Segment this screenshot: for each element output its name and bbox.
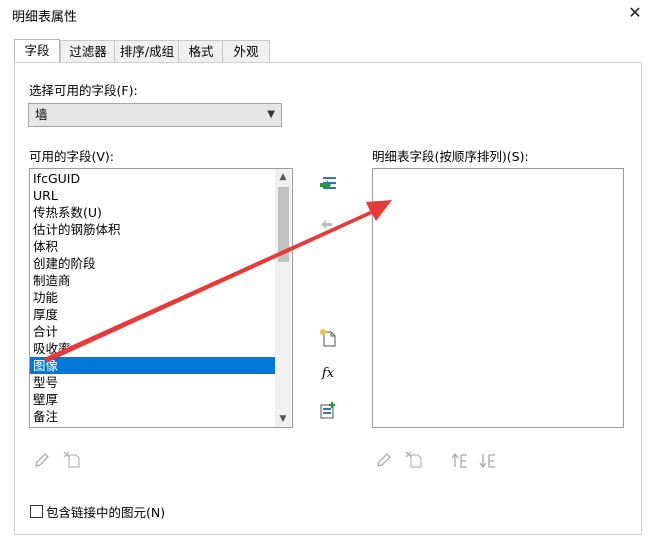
move-down-button[interactable] (478, 450, 498, 470)
edit-parameter-button[interactable] (32, 450, 52, 470)
remove-parameter-button[interactable] (318, 214, 338, 234)
list-item[interactable]: 壁厚 (30, 391, 278, 408)
list-item[interactable]: 创建的阶段 (30, 255, 278, 272)
add-parameter-button[interactable] (318, 174, 338, 194)
delete-scheduled-button[interactable] (404, 450, 424, 470)
move-up-icon (451, 452, 467, 468)
list-item[interactable]: IfcGUID (30, 170, 278, 187)
scheduled-fields-list[interactable] (372, 168, 624, 428)
scheduled-fields-label: 明细表字段(按顺序排列)(S): (372, 149, 529, 164)
close-button[interactable]: ✕ (624, 3, 646, 25)
edit-icon (377, 453, 391, 467)
scroll-up-icon[interactable]: ▲ (275, 169, 291, 185)
list-item[interactable]: URL (30, 187, 278, 204)
add-parameter-icon (320, 177, 336, 190)
list-item[interactable]: 估计的钢筋体积 (30, 221, 278, 238)
available-fields-list[interactable]: IfcGUID URL 传热系数(U) 估计的钢筋体积 体积 创建的阶段 制造商… (29, 168, 293, 428)
remove-parameter-icon (321, 220, 332, 229)
list-item[interactable]: 体积 (30, 238, 278, 255)
tab-filter[interactable]: 过滤器 (60, 40, 116, 62)
list-item[interactable]: 厚度 (30, 306, 278, 323)
move-up-button[interactable] (450, 450, 470, 470)
tab-sorting-grouping[interactable]: 排序/成组 (114, 40, 180, 62)
list-item[interactable]: 合计 (30, 323, 278, 340)
edit-scheduled-button[interactable] (374, 450, 394, 470)
include-linked-checkbox[interactable] (30, 505, 43, 518)
delete-icon (405, 451, 422, 468)
tab-fields[interactable]: 字段 (14, 39, 60, 63)
list-item[interactable]: 型号 (30, 374, 278, 391)
list-item[interactable]: 吸收率 (30, 340, 278, 357)
close-icon: ✕ (628, 3, 642, 22)
move-down-icon (479, 454, 495, 469)
category-select[interactable]: 墙 ▼ (28, 103, 282, 127)
list-item[interactable]: 备注 (30, 408, 278, 425)
chevron-down-icon: ▼ (267, 109, 275, 120)
list-item[interactable]: 功能 (30, 289, 278, 306)
new-parameter-icon (320, 329, 336, 347)
category-value: 墙 (35, 107, 48, 122)
delete-parameter-button[interactable] (62, 450, 82, 470)
scroll-down-icon[interactable]: ▼ (275, 411, 291, 427)
available-fields-label: 可用的字段(V): (29, 149, 115, 164)
category-label: 选择可用的字段(F): (29, 83, 138, 98)
list-item[interactable]: 传热系数(U) (30, 204, 278, 221)
tab-formatting[interactable]: 格式 (178, 40, 224, 62)
list-item[interactable]: 制造商 (30, 272, 278, 289)
tab-appearance[interactable]: 外观 (222, 40, 270, 62)
list-item-selected[interactable]: 图像 (30, 357, 278, 374)
window-title: 明细表属性 (12, 10, 78, 25)
include-linked-label: 包含链接中的图元(N) (46, 505, 166, 520)
tab-bar: 字段 过滤器 排序/成组 格式 外观 (14, 39, 274, 63)
calculated-value-icon: fx (321, 366, 335, 381)
scrollbar[interactable]: ▲ ▼ (275, 169, 291, 427)
scroll-thumb[interactable] (278, 187, 289, 262)
delete-icon (63, 451, 80, 468)
new-parameter-button[interactable] (318, 328, 338, 348)
combine-parameters-icon (320, 402, 335, 419)
combine-parameters-button[interactable] (318, 400, 338, 420)
edit-icon (35, 453, 49, 467)
calculated-value-button[interactable]: fx (318, 364, 338, 384)
